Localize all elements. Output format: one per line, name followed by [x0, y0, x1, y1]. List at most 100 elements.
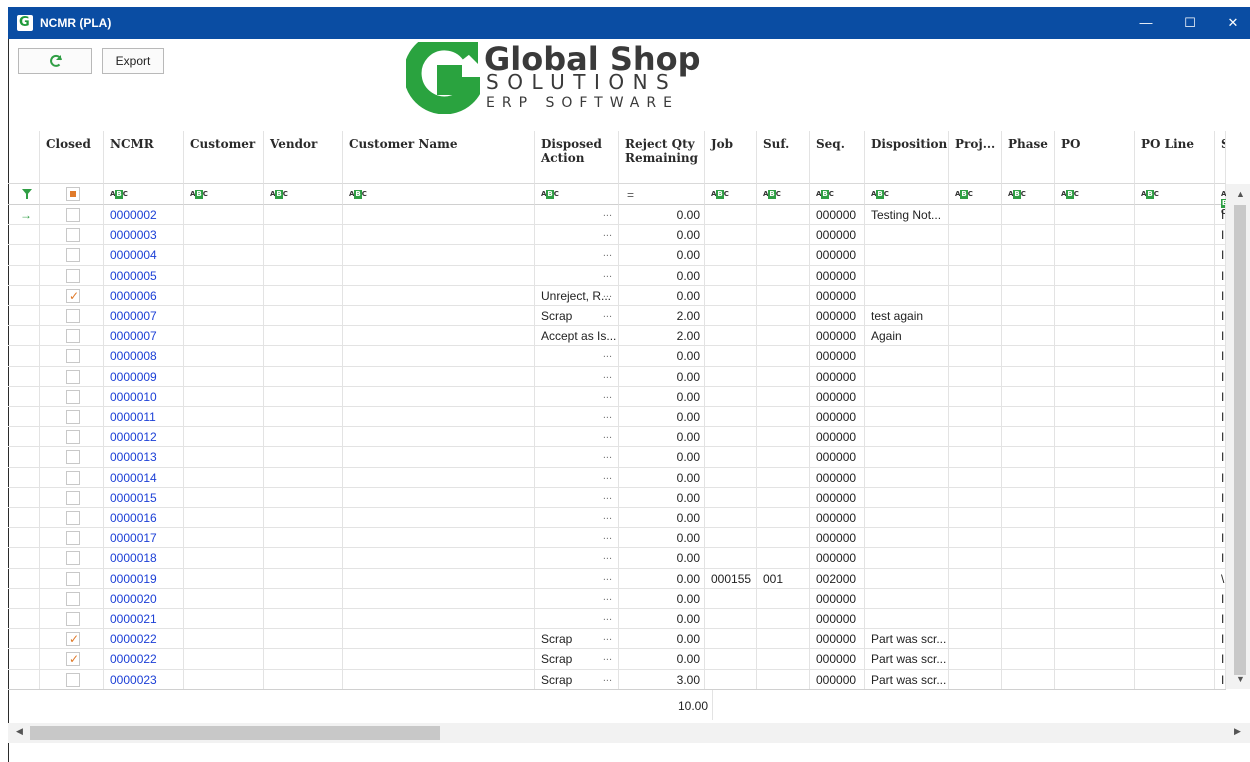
cell-closed[interactable] [40, 487, 104, 508]
closed-checkbox[interactable] [66, 430, 80, 445]
maximize-button[interactable]: ☐ [1168, 7, 1212, 39]
cell-ncmr[interactable]: 0000022 [104, 649, 184, 670]
cell-disposed_action[interactable]: Accept as Is... [535, 326, 619, 347]
closed-checkbox[interactable] [66, 268, 80, 283]
table-row[interactable]: 0000011... 0.00 000000 I [8, 407, 1226, 428]
closed-checkbox[interactable] [66, 349, 80, 364]
cell-ncmr[interactable]: 0000016 [104, 508, 184, 529]
cell-closed[interactable] [40, 326, 104, 347]
closed-checkbox[interactable] [66, 228, 80, 243]
cell-disposed_action[interactable]: Scrap... [535, 669, 619, 689]
cell-ncmr[interactable]: 0000006 [104, 285, 184, 306]
table-row[interactable]: 0000010... 0.00 000000 I [8, 386, 1226, 407]
table-row[interactable]: ✓ 0000022 Scrap... 0.00 000000 Part was scr..… [8, 649, 1226, 670]
closed-checkbox[interactable] [66, 248, 80, 263]
table-row[interactable]: 0000008... 0.00 000000 I [8, 346, 1226, 367]
cell-closed[interactable] [40, 306, 104, 327]
cell-ncmr[interactable]: 0000010 [104, 386, 184, 407]
cell-disposed_action[interactable]: ... [535, 225, 619, 246]
horizontal-scroll-thumb[interactable] [30, 726, 440, 740]
filter-cell-job[interactable]: ABC [705, 184, 757, 205]
filter-cell-vendor[interactable]: ABC [264, 184, 343, 205]
table-row[interactable]: ✓ 0000022 Scrap... 0.00 000000 Part was scr..… [8, 629, 1226, 650]
minimize-button[interactable]: — [1124, 7, 1168, 39]
column-header-customer_name[interactable]: Customer Name [343, 131, 535, 184]
ellipsis-button[interactable]: ... [603, 245, 612, 263]
cell-closed[interactable] [40, 669, 104, 689]
table-row[interactable]: 0000014... 0.00 000000 I [8, 467, 1226, 488]
column-header-closed[interactable]: Closed [40, 131, 104, 184]
filter-cell-ncmr[interactable]: ABC [104, 184, 184, 205]
cell-closed[interactable] [40, 467, 104, 488]
ellipsis-button[interactable]: ... [603, 427, 612, 445]
closed-checkbox[interactable] [66, 389, 80, 404]
column-header-po_line[interactable]: PO Line [1135, 131, 1215, 184]
filter-cell-disposition[interactable]: ABC [865, 184, 949, 205]
closed-checkbox[interactable] [66, 571, 80, 586]
ellipsis-button[interactable]: ... [603, 387, 612, 405]
column-header-reject_qty[interactable]: Reject Qty Remaining [619, 131, 705, 184]
closed-checkbox[interactable] [66, 369, 80, 384]
cell-disposed_action[interactable]: ... [535, 588, 619, 609]
cell-ncmr[interactable]: 0000009 [104, 366, 184, 387]
table-row[interactable]: 0000005... 0.00 000000 I [8, 265, 1226, 286]
export-button[interactable]: Export [102, 48, 164, 74]
table-row[interactable]: 0000007 Scrap... 2.00 000000 test again I [8, 306, 1226, 327]
column-header-disposition[interactable]: Disposition [865, 131, 949, 184]
ellipsis-button[interactable]: ... [603, 468, 612, 486]
cell-ncmr[interactable]: 0000022 [104, 629, 184, 650]
filter-cell-customer_name[interactable]: ABC [343, 184, 535, 205]
closed-checkbox[interactable]: ✓ [66, 632, 80, 647]
column-header-seq[interactable]: Seq. [810, 131, 865, 184]
cell-disposed_action[interactable]: ... [535, 407, 619, 428]
table-row[interactable]: 0000015... 0.00 000000 I [8, 487, 1226, 508]
cell-closed[interactable] [40, 265, 104, 286]
cell-ncmr[interactable]: 0000018 [104, 548, 184, 569]
cell-closed[interactable] [40, 609, 104, 630]
cell-ncmr[interactable]: 0000007 [104, 306, 184, 327]
ellipsis-button[interactable]: ... [603, 629, 612, 647]
cell-disposed_action[interactable]: ... [535, 568, 619, 589]
cell-closed[interactable] [40, 386, 104, 407]
table-row[interactable]: 0000020... 0.00 000000 I [8, 588, 1226, 609]
cell-ncmr[interactable]: 0000012 [104, 427, 184, 448]
filter-cell-disposed_action[interactable]: ABC [535, 184, 619, 205]
table-row[interactable]: 0000013... 0.00 000000 I [8, 447, 1226, 468]
table-row[interactable]: 0000012... 0.00 000000 I [8, 427, 1226, 448]
cell-closed[interactable] [40, 568, 104, 589]
cell-disposed_action[interactable]: ... [535, 467, 619, 488]
cell-closed[interactable] [40, 508, 104, 529]
filter-cell-proj[interactable]: ABC [949, 184, 1002, 205]
table-row[interactable]: ✓ 0000006 Unreject, R...... 0.00 000000 I [8, 285, 1226, 306]
column-header-job[interactable]: Job [705, 131, 757, 184]
scroll-left-arrow-icon[interactable]: ◀ [16, 726, 23, 737]
ellipsis-button[interactable]: ... [603, 548, 612, 566]
closed-checkbox[interactable] [66, 309, 80, 323]
column-header-disposed_action[interactable]: Disposed Action [535, 131, 619, 184]
cell-closed[interactable] [40, 427, 104, 448]
cell-disposed_action[interactable]: Scrap... [535, 306, 619, 327]
column-header-phase[interactable]: Phase [1002, 131, 1055, 184]
ellipsis-button[interactable]: ... [603, 488, 612, 506]
closed-checkbox[interactable] [66, 470, 80, 485]
ellipsis-button[interactable]: ... [603, 286, 612, 304]
table-row[interactable]: 0000004... 0.00 000000 I [8, 245, 1226, 266]
filter-cell-po_line[interactable]: ABC [1135, 184, 1215, 205]
table-row[interactable]: → 0000002... 0.00 000000 Testing Not... I [8, 205, 1226, 226]
ellipsis-button[interactable]: ... [603, 609, 612, 627]
closed-checkbox[interactable]: ✓ [66, 288, 80, 303]
ellipsis-button[interactable]: ... [603, 407, 612, 425]
column-header-vendor[interactable]: Vendor [264, 131, 343, 184]
cell-ncmr[interactable]: 0000021 [104, 609, 184, 630]
filter-icon[interactable] [22, 189, 32, 199]
cell-disposed_action[interactable]: ... [535, 508, 619, 529]
cell-closed[interactable] [40, 205, 104, 226]
table-row[interactable]: 0000021... 0.00 000000 I [8, 609, 1226, 630]
cell-disposed_action[interactable]: ... [535, 609, 619, 630]
table-row[interactable]: 0000023 Scrap... 3.00 000000 Part was scr...… [8, 669, 1226, 689]
ellipsis-button[interactable]: ... [603, 670, 612, 688]
cell-disposed_action[interactable]: ... [535, 528, 619, 549]
filter-cell-po[interactable]: ABC [1055, 184, 1135, 205]
cell-closed[interactable] [40, 407, 104, 428]
cell-closed[interactable] [40, 366, 104, 387]
